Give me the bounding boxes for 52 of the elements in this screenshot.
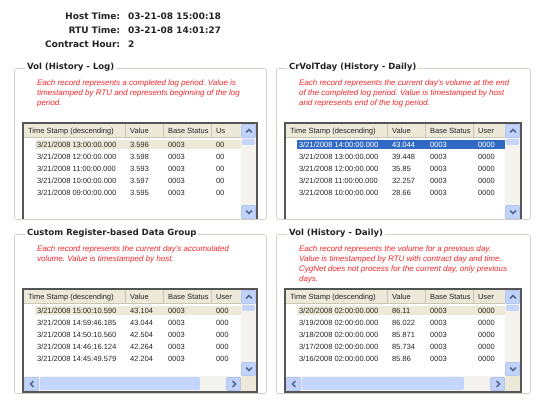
- group-title: Custom Register-based Data Group: [25, 228, 198, 238]
- chevron-down-icon: [508, 208, 516, 216]
- scroll-thumb[interactable]: [242, 139, 255, 145]
- description-text: Each record represents the volume for a previous day. Value is timestamped by RTU with contract day and time. CygNet does not process for the current day, only previous days.: [298, 244, 508, 285]
- scroll-down-button[interactable]: [505, 205, 520, 219]
- scroll-thumb[interactable]: [302, 377, 464, 390]
- scroll-right-button[interactable]: [490, 376, 505, 390]
- scroll-corner: [241, 376, 256, 391]
- scroll-down-button[interactable]: [505, 362, 520, 376]
- horizontal-scrollbar[interactable]: [286, 376, 505, 391]
- vertical-scrollbar[interactable]: [241, 290, 256, 376]
- chevron-right-icon: [494, 380, 502, 388]
- scroll-up-button[interactable]: [505, 290, 520, 304]
- chevron-up-icon: [508, 127, 516, 135]
- field-value: 03-21-08 15:00:18: [128, 12, 222, 22]
- scroll-up-button[interactable]: [241, 124, 256, 138]
- chevron-down-icon: [244, 365, 252, 373]
- group-title: Vol (History - Log): [25, 62, 116, 72]
- scroll-down-button[interactable]: [241, 362, 256, 376]
- vertical-scrollbar[interactable]: [505, 290, 520, 376]
- scroll-thumb[interactable]: [506, 305, 519, 311]
- chevron-left-icon: [28, 380, 36, 388]
- group-title: Vol (History - Daily): [287, 228, 385, 238]
- field-value: 03-21-08 14:01:27: [128, 26, 222, 36]
- scroll-left-button[interactable]: [286, 376, 301, 390]
- description-text: Each record represents a completed log period. Value is timestamped by RTU and represents beginning of the log period.: [36, 78, 241, 109]
- scroll-right-button[interactable]: [226, 376, 241, 390]
- field-label: RTU Time:: [68, 26, 120, 36]
- chevron-up-icon: [244, 293, 252, 301]
- vertical-scrollbar[interactable]: [241, 124, 256, 219]
- vertical-scrollbar[interactable]: [505, 124, 520, 219]
- scroll-down-button[interactable]: [241, 205, 256, 219]
- field-value: 2: [128, 40, 136, 50]
- chevron-down-icon: [508, 365, 516, 373]
- chevron-right-icon: [230, 380, 238, 388]
- description-text: Each record represents the current day's volume at the end of the completed log period. Value is timestamped by host and represents end of the log period.: [298, 78, 510, 109]
- chevron-up-icon: [244, 127, 252, 135]
- scroll-thumb[interactable]: [40, 377, 200, 390]
- field-label: Host Time:: [64, 12, 120, 22]
- field-label: Contract Hour:: [44, 40, 120, 50]
- chevron-up-icon: [508, 293, 516, 301]
- scroll-up-button[interactable]: [241, 290, 256, 304]
- description-text: Each record represents the current day's accumulated volume. Value is timestamped by host.: [36, 244, 230, 265]
- horizontal-scrollbar[interactable]: [24, 376, 241, 391]
- scroll-corner: [505, 376, 520, 391]
- scroll-thumb[interactable]: [506, 139, 519, 145]
- scroll-up-button[interactable]: [505, 124, 520, 138]
- chevron-left-icon: [290, 380, 298, 388]
- chevron-down-icon: [244, 208, 252, 216]
- group-title: CrVolTday (History - Daily): [287, 62, 418, 72]
- scroll-thumb[interactable]: [242, 305, 255, 311]
- scroll-left-button[interactable]: [24, 376, 39, 390]
